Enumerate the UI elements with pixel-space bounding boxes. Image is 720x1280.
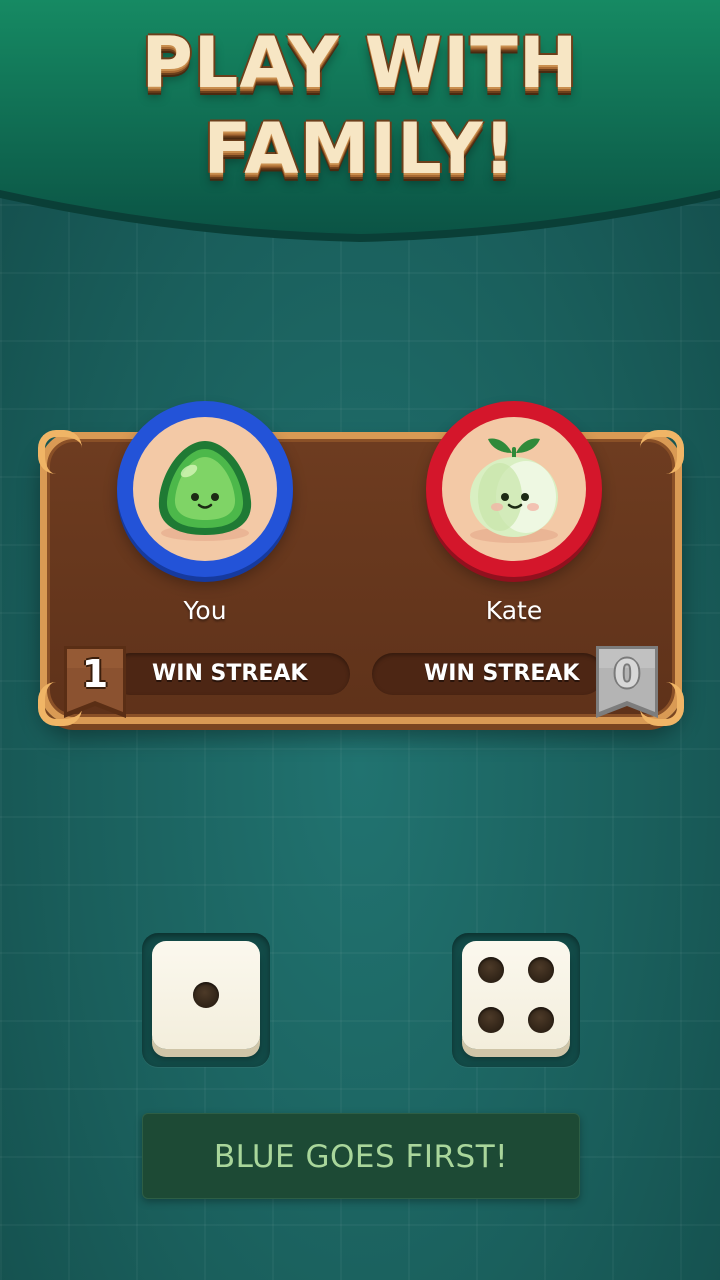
title-line-2: FAMILY! <box>203 108 517 190</box>
die-pip <box>528 957 554 983</box>
win-streak-label: WIN STREAK <box>152 661 308 686</box>
win-streak-badge-kate: 0 <box>596 646 658 718</box>
green-slime-avatar-icon <box>133 417 277 561</box>
die-blue[interactable] <box>152 941 260 1049</box>
die-pip <box>478 1007 504 1033</box>
die-pip <box>193 982 219 1008</box>
die-pip <box>528 1007 554 1033</box>
player-you-avatar[interactable] <box>117 401 293 577</box>
player-kate-name: Kate <box>485 596 543 625</box>
die-pip <box>478 957 504 983</box>
win-streak-count-kate: 0 <box>613 652 641 696</box>
die-slot-red <box>452 933 580 1067</box>
win-streak-count-you: 1 <box>81 652 109 696</box>
player-kate-avatar[interactable] <box>426 401 602 577</box>
die-slot-blue <box>142 933 270 1067</box>
panel-corner-ornament <box>38 430 82 474</box>
header-banner: PLAY WITH FAMILY! <box>0 0 720 255</box>
die-red[interactable] <box>462 941 570 1049</box>
turn-status-message: BLUE GOES FIRST! <box>142 1113 580 1199</box>
player-you-win-streak: WIN STREAK <box>110 653 350 695</box>
win-streak-badge-you: 1 <box>64 646 126 718</box>
win-streak-label: WIN STREAK <box>424 661 580 686</box>
player-you-name: You <box>183 596 227 625</box>
title-line-1: PLAY WITH <box>141 22 579 104</box>
player-kate-win-streak: WIN STREAK <box>372 653 604 695</box>
onion-sprout-avatar-icon <box>442 417 586 561</box>
panel-corner-ornament <box>640 430 684 474</box>
